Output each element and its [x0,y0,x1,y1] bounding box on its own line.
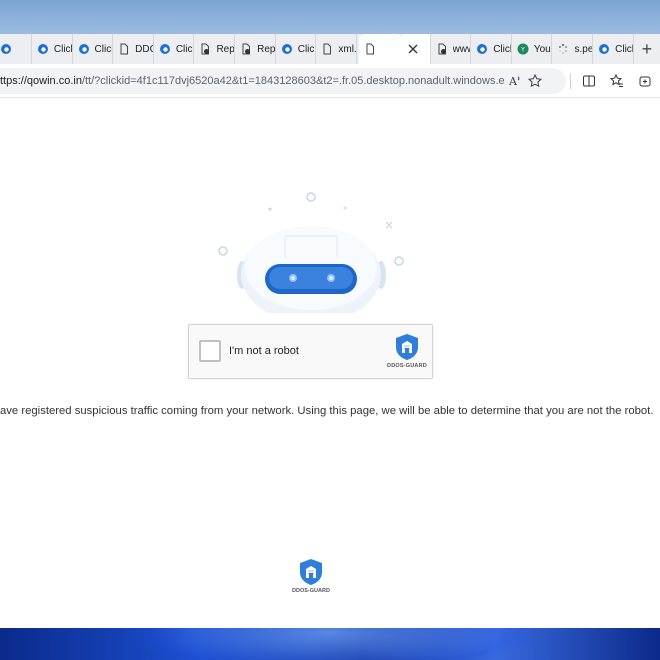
tab-label: Click [53,43,72,55]
tab[interactable]: Click [593,34,634,64]
split-screen-icon[interactable] [575,68,603,94]
ddos-guard-logo: DDOS-GUARD [385,333,429,373]
tab-label: Click [175,43,194,55]
edge-icon [78,43,90,55]
tab[interactable]: Y Your [512,34,553,64]
tab[interactable]: Click [471,34,512,64]
captcha-brand: DDOS-GUARD [387,363,427,369]
shield-icon [300,559,322,585]
blocked-page-icon [240,43,252,55]
svg-text:Y: Y [520,46,525,53]
tab[interactable]: Click [73,34,114,64]
favorites-icon[interactable] [603,68,631,94]
collections-icon[interactable] [631,68,659,94]
tab[interactable] [0,34,32,64]
favorite-star-icon[interactable] [525,71,545,91]
edge-icon [598,43,610,55]
blocked-page-icon [436,43,448,55]
tab[interactable]: s.per [552,34,594,64]
url-host: ttps://qowin.co.in [0,74,82,87]
url-path: /tt/?clickid=4f1c117dvj6520a42&t1=184312… [81,74,505,87]
loading-icon [557,43,569,55]
suspicious-traffic-notice: ave registered suspicious traffic coming… [0,405,654,417]
tab-label: Click [615,43,633,55]
blocked-page-icon [199,43,211,55]
edge-icon [281,43,293,55]
plus-icon: + [641,38,653,59]
edge-icon [159,43,171,55]
svg-text:A: A [508,75,518,88]
close-tab-button[interactable] [402,34,431,64]
page-icon [118,43,130,55]
tab-label: Repo [257,43,275,55]
captcha-label: I'm not a robot [229,345,299,357]
tab[interactable]: xml.p [316,34,358,64]
not-robot-checkbox[interactable] [199,340,221,362]
edge-icon [0,43,12,55]
toolbar-divider [570,72,571,89]
tab-label: s.per [574,43,592,55]
tab-label: DDC [135,43,153,55]
page-icon [321,43,333,55]
desktop-wallpaper-bottom [0,628,660,660]
tab-label: Click [297,43,316,55]
robot-illustration [218,192,404,313]
tab-label: Repo [216,43,234,55]
tab[interactable]: Click [154,34,195,64]
desktop-wallpaper-top [0,0,660,34]
youtube-icon: Y [517,43,529,55]
address-row: ttps://qowin.co.in/tt/?clickid=4f1c117dv… [0,64,660,98]
page-icon [364,43,376,55]
tab[interactable]: Click [32,34,73,64]
footer-ddos-guard-logo: DDOS-GUARD [290,558,332,600]
tab[interactable]: Repo [235,34,276,64]
shield-icon [396,334,418,360]
edge-icon [37,43,49,55]
tab-label: Your [533,43,552,55]
tab[interactable]: DDC [113,34,154,64]
page-content: I'm not a robot DDOS-GUARD ave registere… [0,98,660,628]
tab-label: xml.p [338,43,356,55]
read-aloud-icon[interactable]: A [505,71,525,91]
captcha-widget: I'm not a robot DDOS-GUARD [188,324,433,379]
tab-label: Click [94,43,113,55]
tab[interactable]: www. [431,34,472,64]
browser-window: Click Click DDC Click Repo [0,34,660,628]
edge-icon [476,43,488,55]
url-text: ttps://qowin.co.in/tt/?clickid=4f1c117dv… [0,75,505,87]
tab-label: www. [452,43,471,55]
address-bar[interactable]: ttps://qowin.co.in/tt/?clickid=4f1c117dv… [0,67,566,94]
tab[interactable]: Click [276,34,317,64]
footer-brand: DDOS-GUARD [292,588,330,594]
close-icon [407,43,419,55]
new-tab-button[interactable]: + [634,34,660,64]
tab-label: Click [493,43,511,55]
tab-active[interactable] [359,34,403,64]
tab-strip: Click Click DDC Click Repo [0,34,660,64]
tab[interactable]: Repo [194,34,236,64]
